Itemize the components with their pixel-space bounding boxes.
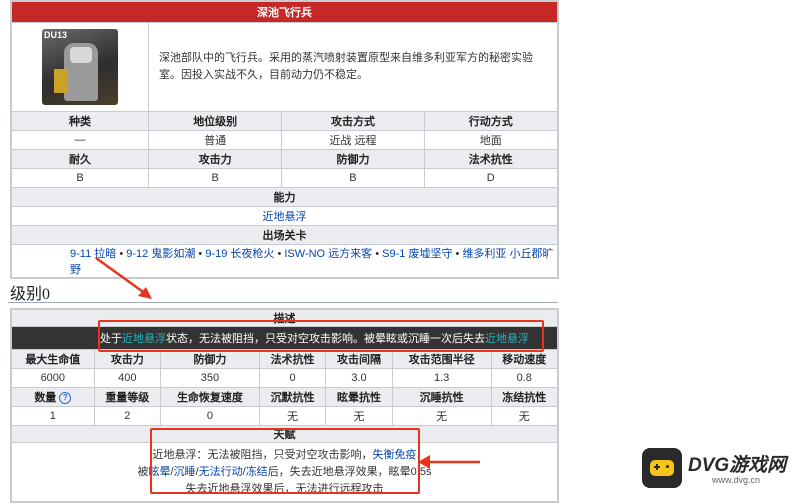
- stat-col-header: 生命恢复速度: [160, 387, 260, 407]
- stat-col-header: 数量?: [11, 387, 95, 407]
- stat-cell: 0.8: [490, 368, 559, 388]
- soldier-gear: [54, 69, 68, 93]
- desc-link-hover-2[interactable]: 近地悬浮: [485, 333, 529, 345]
- ability-header: 能力: [11, 187, 558, 207]
- enemy-infobox: 深池飞行兵 DU13 深池部队中的飞行兵。采用的蒸汽喷射装置原型来自维多利亚军方…: [10, 0, 559, 279]
- stat-cell: 350: [160, 368, 260, 388]
- stat-cell: 1.3: [391, 368, 492, 388]
- stat-header: 攻击力: [147, 149, 283, 169]
- watermark-url: www.dvg.cn: [712, 475, 761, 485]
- stat-col-header: 最大生命值: [11, 349, 95, 369]
- info-header: 种类: [11, 111, 149, 131]
- talent-line-1: 近地悬浮：无法被阻挡，只受对空攻击影响，失衡免疫: [12, 447, 557, 464]
- stat-col-header: 攻击力: [93, 349, 162, 369]
- desc-text: 处于近地悬浮状态，无法被阻挡，只受对空攻击影响。被晕眩或沉睡一次后失去近地悬浮: [11, 326, 558, 350]
- talent-text-part: 被: [137, 465, 149, 478]
- stat-cell: 0: [258, 368, 327, 388]
- stage-header: 出场关卡: [11, 225, 558, 245]
- stat-col-header: 冻结抗性: [490, 387, 559, 407]
- section-divider: [8, 302, 558, 303]
- stat-col-header: 法术抗性: [258, 349, 327, 369]
- info-header: 行动方式: [423, 111, 559, 131]
- stat-cell: 无: [490, 406, 559, 426]
- soldier-mask: [70, 47, 92, 63]
- stat-cell: 400: [93, 368, 162, 388]
- portrait-cell: DU13: [11, 22, 149, 112]
- talent-text: 近地悬浮：无法被阻挡，只受对空攻击影响，失衡免疫 被眩晕/沉睡/无法行动/冻结后…: [11, 442, 558, 502]
- stat-header: 耐久: [11, 149, 149, 169]
- desc-link-hover[interactable]: 近地悬浮: [122, 333, 166, 345]
- desc-middle: 状态，无法被阻挡，只受对空攻击影响。被晕眩或沉睡一次后失去: [166, 333, 485, 345]
- stat-cell: 1: [11, 406, 95, 426]
- stat-col-header: 重量等级: [93, 387, 162, 407]
- stat-value: B: [281, 168, 425, 188]
- enemy-name: 深池飞行兵: [11, 1, 558, 23]
- stat-col-header: 沉睡抗性: [391, 387, 492, 407]
- talent-link[interactable]: 冻结: [246, 466, 268, 478]
- talent-link[interactable]: 眩晕: [149, 466, 171, 478]
- talent-link[interactable]: 沉睡: [174, 466, 196, 478]
- desc-header: 描述: [11, 309, 558, 327]
- stat-col-header: 移动速度: [490, 349, 559, 369]
- watermark-brand: DVG游戏网: [688, 455, 787, 476]
- stat-col-header: 防御力: [160, 349, 260, 369]
- ability-link[interactable]: 近地悬浮: [263, 211, 307, 223]
- bullet: •: [455, 248, 460, 260]
- stat-col-header: 沉默抗性: [258, 387, 327, 407]
- stat-cell: 无: [391, 406, 492, 426]
- bullet: •: [119, 248, 124, 260]
- stage-link[interactable]: 9-19 长夜枪火: [205, 248, 274, 260]
- stat-cell: 6000: [11, 368, 95, 388]
- info-value: —: [11, 130, 149, 150]
- stat-cell: 无: [325, 406, 393, 426]
- stage-list: 9-11 拉暗 • 9-12 鬼影如潮 • 9-19 长夜枪火 • ISW-NO…: [11, 244, 558, 278]
- stat-col-header: 攻击间隔: [325, 349, 393, 369]
- info-value: 普通: [147, 130, 283, 150]
- stat-col-header: 攻击范围半径: [391, 349, 492, 369]
- help-icon[interactable]: ?: [59, 392, 72, 405]
- level-section-title: 级别0: [10, 286, 51, 303]
- talent-line-3: 失去近地悬浮效果后，无法进行远程攻击: [185, 482, 384, 495]
- talent-line-2: 被眩晕/沉睡/无法行动/冻结后，失去近地悬浮效果，眩晕0.5s: [137, 465, 432, 478]
- info-value: 地面: [423, 130, 559, 150]
- stat-cell: 2: [93, 406, 162, 426]
- talent-link[interactable]: 无法行动: [199, 466, 243, 478]
- talent-header: 天赋: [11, 425, 558, 443]
- info-header: 地位级别: [147, 111, 283, 131]
- stat-header: 法术抗性: [423, 149, 559, 169]
- bullet: •: [277, 248, 282, 260]
- stat-value: D: [423, 168, 559, 188]
- stage-link[interactable]: ISW-NO 远方来客: [284, 248, 372, 260]
- info-value: 近战 远程: [281, 130, 425, 150]
- stat-value: B: [11, 168, 149, 188]
- count-label: 数量: [34, 392, 57, 404]
- dvg-watermark: DVG游戏网 www.dvg.cn: [642, 448, 792, 490]
- level-stats-table: 描述 处于近地悬浮状态，无法被阻挡，只受对空攻击影响。被晕眩或沉睡一次后失去近地…: [10, 308, 559, 503]
- stage-link[interactable]: 9-11 拉暗: [70, 248, 116, 260]
- stat-cell: 3.0: [325, 368, 393, 388]
- enemy-description: 深池部队中的飞行兵。采用的蒸汽喷射装置原型来自维多利亚军方的秘密实验室。因投入实…: [148, 22, 558, 112]
- stat-cell: 0: [160, 406, 260, 426]
- stage-link[interactable]: S9-1 废墟坚守: [382, 248, 452, 260]
- desc-prefix: 处于: [100, 333, 122, 345]
- stat-cell: 无: [258, 406, 327, 426]
- stage-link[interactable]: 9-12 鬼影如潮: [126, 248, 195, 260]
- bullet: •: [198, 248, 203, 260]
- bullet: •: [375, 248, 380, 260]
- talent-text-part: 近地悬浮：无法被阻挡，只受对空攻击影响，: [152, 448, 373, 461]
- portrait-tag: DU13: [44, 30, 68, 40]
- info-header: 攻击方式: [281, 111, 425, 131]
- talent-text-part: 后，失去近地悬浮效果，眩晕0.5s: [267, 465, 432, 478]
- stat-col-header: 眩晕抗性: [325, 387, 393, 407]
- stat-value: B: [147, 168, 283, 188]
- gamepad-icon: [642, 448, 682, 488]
- talent-link[interactable]: 失衡免疫: [373, 449, 417, 461]
- enemy-portrait[interactable]: DU13: [42, 29, 118, 105]
- stat-header: 防御力: [281, 149, 425, 169]
